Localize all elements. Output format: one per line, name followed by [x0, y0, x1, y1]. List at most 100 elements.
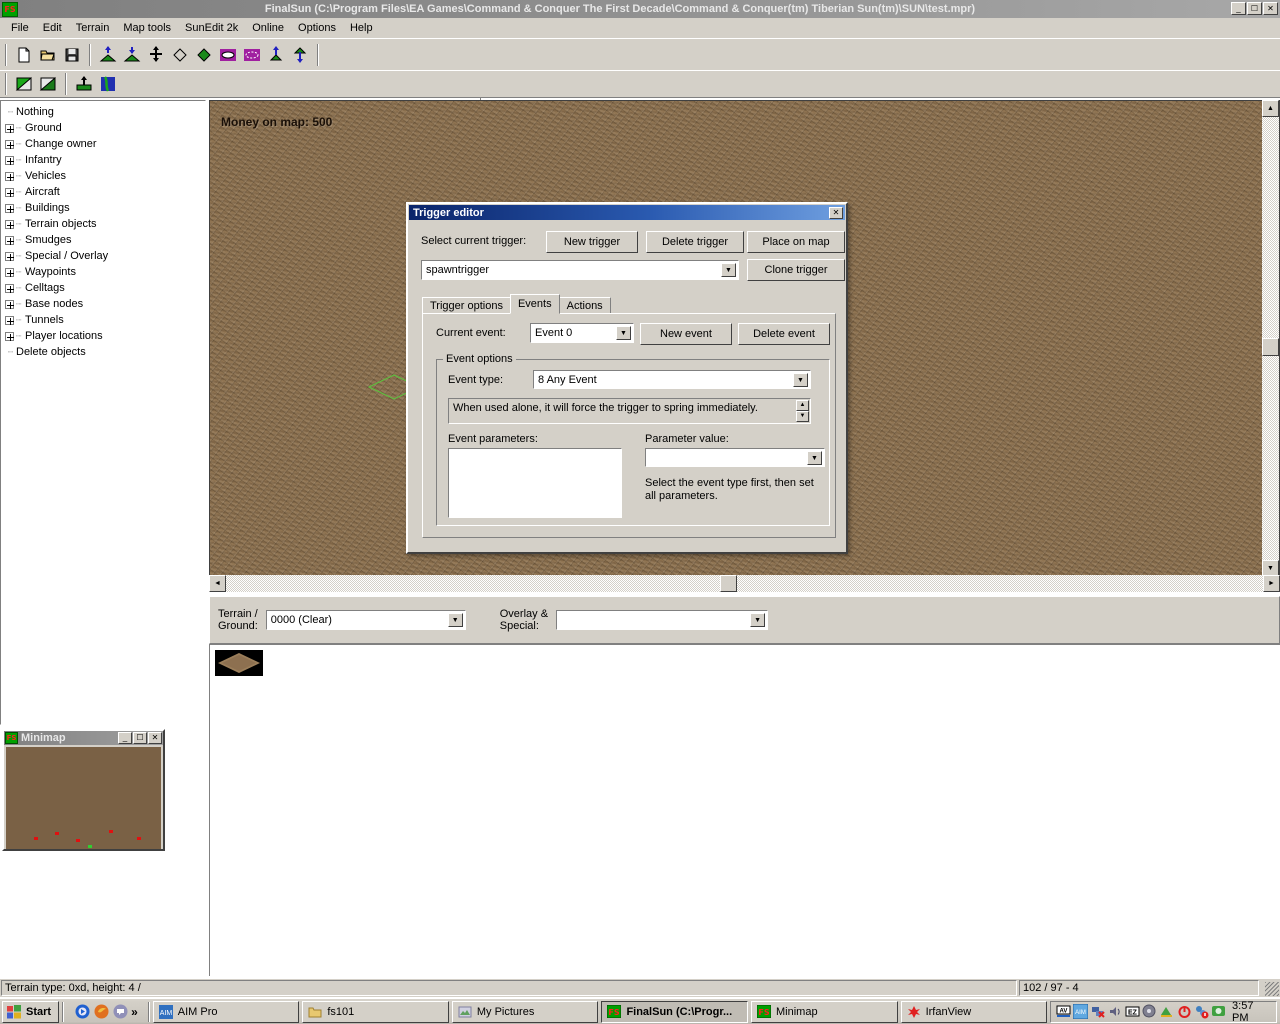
tree-item-nothing[interactable]: ┈ Nothing [5, 104, 205, 120]
aim-icon[interactable]: AIM [1073, 1004, 1089, 1020]
delete-trigger-button[interactable]: Delete trigger [646, 231, 744, 253]
security-warning-icon[interactable] [1194, 1004, 1209, 1020]
slope-left-icon[interactable] [13, 73, 35, 95]
new-trigger-button[interactable]: New trigger [546, 231, 638, 253]
overlay-ellipse-icon[interactable] [217, 44, 239, 66]
event-parameters-listbox[interactable] [448, 448, 622, 518]
taskbar-button-minimap[interactable]: FS Minimap [751, 1000, 898, 1023]
chevron-more-icon[interactable]: » [131, 1005, 138, 1019]
height-tool-icon[interactable] [73, 73, 95, 95]
expand-plus-icon[interactable] [5, 155, 14, 165]
description-scrollbar[interactable]: ▲ ▼ [796, 400, 809, 424]
clone-trigger-button[interactable]: Clone trigger [747, 259, 845, 281]
menu-terrain[interactable]: Terrain [69, 20, 117, 36]
firefox-icon[interactable] [93, 1004, 109, 1020]
scroll-right-button[interactable]: ► [1263, 575, 1280, 592]
objects-tree-panel[interactable]: ┈ Nothing ┈ Ground ┈ Change owner ┈ Infa… [0, 100, 206, 725]
tab-actions[interactable]: Actions [558, 297, 611, 314]
menu-help[interactable]: Help [343, 20, 380, 36]
flatten-ground-icon[interactable] [145, 44, 167, 66]
expand-plus-icon[interactable] [5, 171, 14, 181]
tree-item-delete-objects[interactable]: ┈ Delete objects [5, 344, 205, 360]
maximize-button[interactable]: ☐ [1247, 2, 1262, 15]
horizontal-scroll-thumb[interactable] [720, 575, 737, 592]
slope-right-icon[interactable] [37, 73, 59, 95]
taskbar-button-fs101[interactable]: fs101 [302, 1000, 449, 1023]
expand-plus-icon[interactable] [5, 315, 14, 325]
av-icon[interactable]: AV [1056, 1004, 1071, 1020]
event-type-select[interactable]: 8 Any Event ▼ [533, 370, 811, 389]
expand-plus-icon[interactable] [5, 139, 14, 149]
place-on-map-button[interactable]: Place on map [747, 231, 845, 253]
minimap-minimize-button[interactable]: _ [118, 732, 132, 744]
tile-filled-icon[interactable] [193, 44, 215, 66]
disc-icon[interactable] [1142, 1004, 1157, 1020]
tile-preview-panel[interactable] [209, 644, 1280, 976]
tree-item-vehicles[interactable]: ┈ Vehicles [5, 168, 205, 184]
tree-item-change-owner[interactable]: ┈ Change owner [5, 136, 205, 152]
resize-grip[interactable] [1265, 982, 1279, 996]
taskbar-button-my-pictures[interactable]: My Pictures [451, 1000, 599, 1023]
media-player-icon[interactable] [74, 1004, 90, 1020]
minimize-button[interactable]: _ [1231, 2, 1246, 15]
expand-plus-icon[interactable] [5, 123, 14, 133]
open-folder-icon[interactable] [37, 44, 59, 66]
tab-trigger-options[interactable]: Trigger options [422, 297, 511, 314]
taskbar-button-irfanview[interactable]: IrfanView [900, 1000, 1048, 1023]
chevron-down-icon[interactable]: ▼ [721, 263, 736, 277]
water-tool-icon[interactable] [97, 73, 119, 95]
minimap-canvas[interactable] [6, 747, 161, 849]
network-disconnected-icon[interactable] [1091, 1004, 1106, 1020]
tree-item-aircraft[interactable]: ┈ Aircraft [5, 184, 205, 200]
tree-item-base-nodes[interactable]: ┈ Base nodes [5, 296, 205, 312]
tree-item-special-overlay[interactable]: ┈ Special / Overlay [5, 248, 205, 264]
menu-map-tools[interactable]: Map tools [116, 20, 178, 36]
taskbar-button-finalsun[interactable]: FS FinalSun (C:\Progr... [601, 1000, 748, 1023]
trigger-editor-dialog[interactable]: Trigger editor ✕ Select current trigger:… [406, 202, 848, 554]
map-vertical-scrollbar[interactable]: ▲ ▼ [1262, 100, 1279, 577]
vertical-scroll-thumb[interactable] [1262, 338, 1279, 356]
menu-options[interactable]: Options [291, 20, 343, 36]
antivirus-icon[interactable] [1176, 1004, 1191, 1020]
nvidia-icon[interactable] [1211, 1004, 1226, 1020]
lower-ground-icon[interactable] [121, 44, 143, 66]
taskbar-button-aim-pro[interactable]: AIM AIM Pro [152, 1000, 300, 1023]
tree-item-tunnels[interactable]: ┈ Tunnels [5, 312, 205, 328]
tree-item-infantry[interactable]: ┈ Infantry [5, 152, 205, 168]
lower-cell-icon[interactable] [289, 44, 311, 66]
terrain-ground-select[interactable]: 0000 (Clear) ▼ [265, 610, 466, 630]
overlay-special-select[interactable]: ▼ [556, 610, 769, 630]
expand-plus-icon[interactable] [5, 299, 14, 309]
expand-plus-icon[interactable] [5, 187, 14, 197]
expand-plus-icon[interactable] [5, 267, 14, 277]
chevron-down-icon[interactable]: ▼ [750, 613, 766, 627]
expand-plus-icon[interactable] [5, 235, 14, 245]
minimap-maximize-button[interactable]: ☐ [133, 732, 147, 744]
menu-sunedit-2k[interactable]: SunEdit 2k [178, 20, 245, 36]
tree-item-ground[interactable]: ┈ Ground [5, 120, 205, 136]
overlay-ellipse-dashed-icon[interactable] [241, 44, 263, 66]
desc-scroll-down-button[interactable]: ▼ [796, 411, 809, 422]
menu-file[interactable]: File [4, 20, 36, 36]
tree-item-celltags[interactable]: ┈ Celltags [5, 280, 205, 296]
tree-item-player-locations[interactable]: ┈ Player locations [5, 328, 205, 344]
save-disk-icon[interactable] [61, 44, 83, 66]
raise-ground-icon[interactable] [97, 44, 119, 66]
expand-plus-icon[interactable] [5, 331, 14, 341]
scroll-up-button[interactable]: ▲ [1262, 100, 1279, 117]
new-document-icon[interactable] [13, 44, 35, 66]
tab-events[interactable]: Events [509, 294, 560, 314]
messenger-icon[interactable] [112, 1004, 128, 1020]
chevron-down-icon[interactable]: ▼ [807, 451, 822, 465]
tree-item-smudges[interactable]: ┈ Smudges [5, 232, 205, 248]
delete-event-button[interactable]: Delete event [738, 323, 830, 345]
scroll-left-button[interactable]: ◄ [209, 575, 226, 592]
minimap-close-button[interactable]: ✕ [148, 732, 162, 744]
chevron-down-icon[interactable]: ▼ [616, 326, 631, 340]
raise-cell-icon[interactable] [265, 44, 287, 66]
update-icon[interactable] [1159, 1004, 1174, 1020]
desc-scroll-up-button[interactable]: ▲ [796, 400, 809, 411]
new-event-button[interactable]: New event [640, 323, 732, 345]
parameter-value-select[interactable]: ▼ [645, 448, 825, 467]
chevron-down-icon[interactable]: ▼ [447, 613, 463, 627]
